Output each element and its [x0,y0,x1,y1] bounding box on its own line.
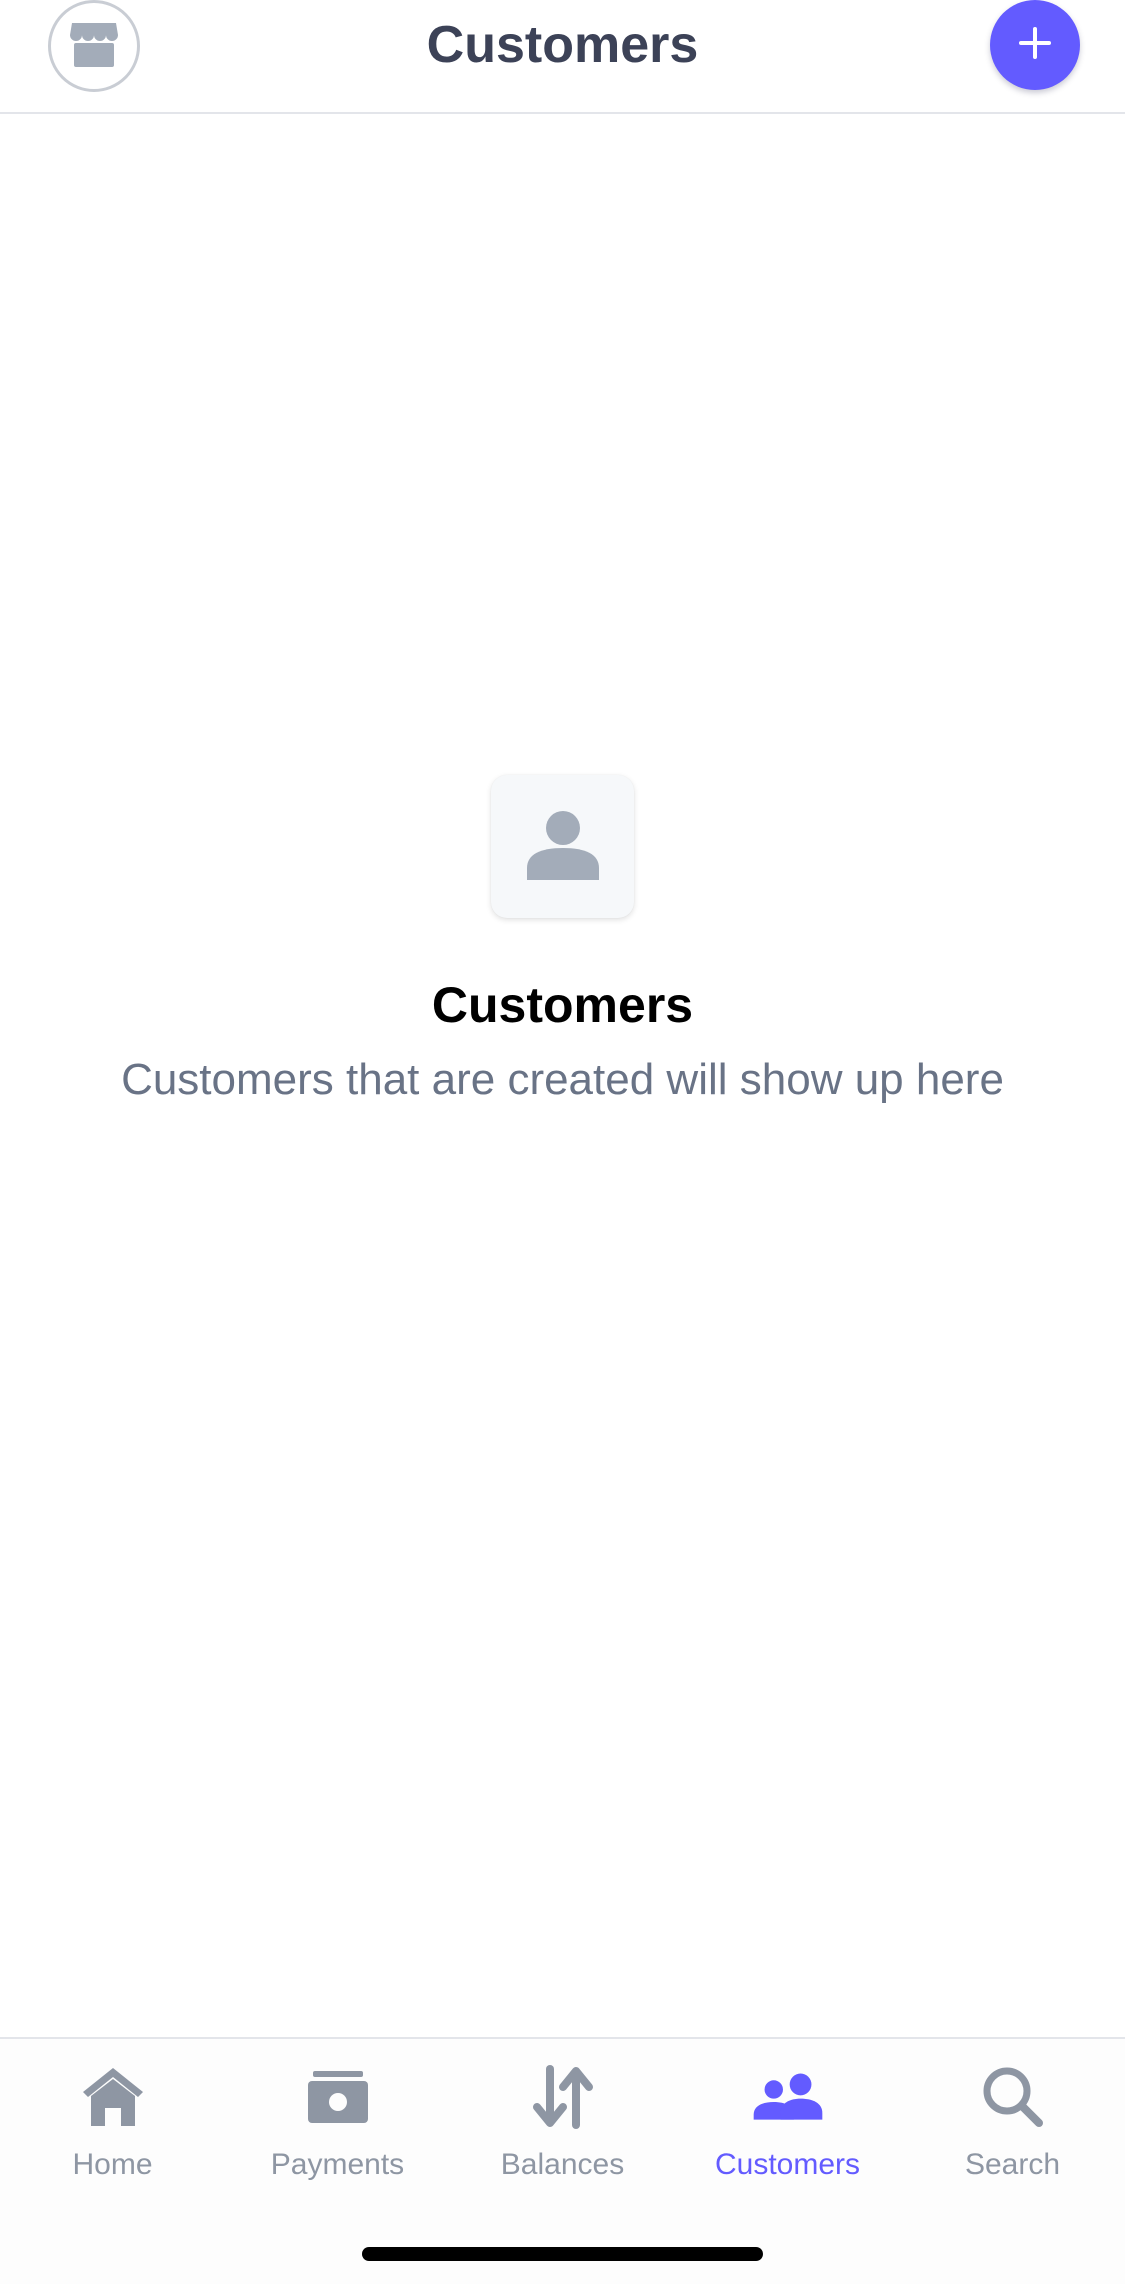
empty-state-title: Customers [431,977,694,1033]
tab-search[interactable]: Search [900,2061,1125,2211]
plus-icon [1015,23,1055,68]
tab-balances[interactable]: Balances [450,2061,675,2211]
tab-label: Search [964,2148,1061,2181]
payments-icon [302,2061,374,2133]
tab-label: Customers [714,2148,861,2181]
tab-label: Payments [270,2148,405,2181]
page-title: Customers [426,16,699,74]
empty-state-subtitle: Customers that are created will show up … [121,1055,1004,1104]
tab-label: Home [72,2148,153,2181]
customers-icon [752,2061,824,2133]
tab-home[interactable]: Home [0,2061,225,2211]
top-bar: Customers [0,0,1125,114]
tab-payments[interactable]: Payments [225,2061,450,2211]
empty-state-icon-box [491,775,634,918]
home-icon [77,2061,149,2133]
add-customer-button[interactable] [990,0,1080,90]
tab-label: Balances [500,2148,625,2181]
transfer-arrows-icon [527,2061,599,2133]
person-icon [525,808,601,885]
search-icon [977,2061,1049,2133]
tab-customers[interactable]: Customers [675,2061,900,2211]
home-indicator [362,2247,763,2261]
